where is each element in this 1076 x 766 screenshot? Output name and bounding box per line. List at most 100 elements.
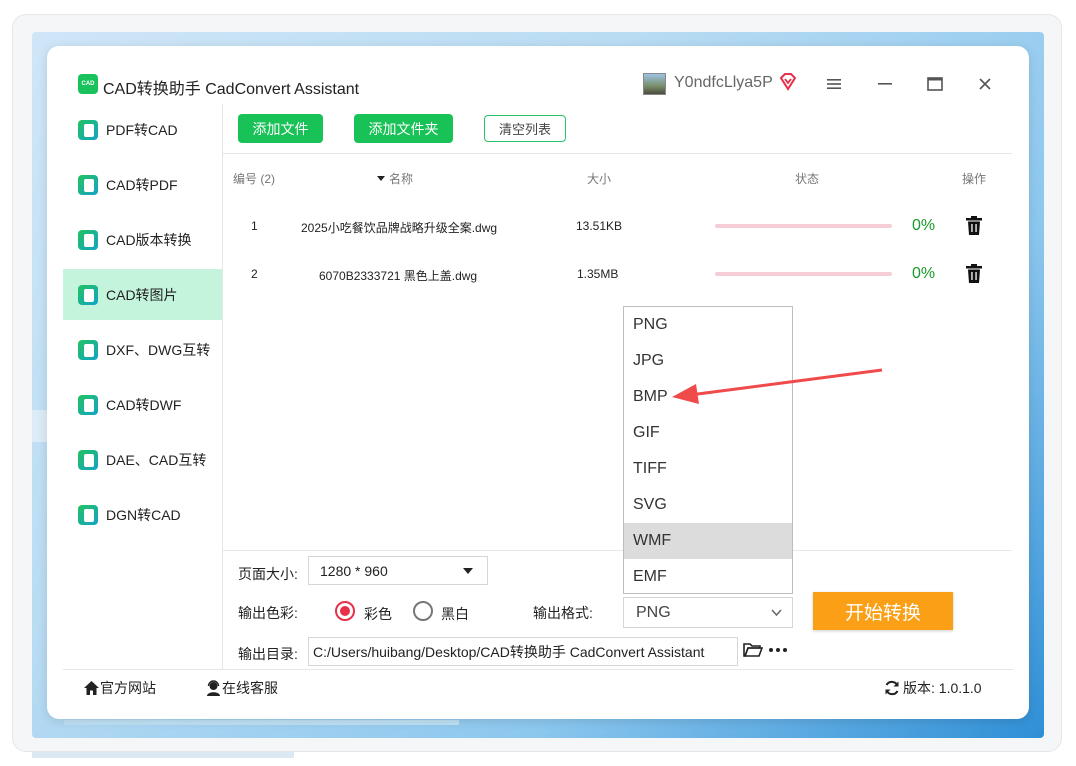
pdf-to-cad-icon <box>78 119 98 140</box>
format-option-wmf[interactable]: WMF <box>624 523 792 559</box>
row-index: 1 <box>251 219 258 233</box>
chevron-down-icon <box>771 609 782 617</box>
sidebar-item-pdf-to-cad[interactable]: PDF转CAD <box>63 104 222 155</box>
bw-radio[interactable] <box>413 601 433 621</box>
start-convert-button[interactable]: 开始转换 <box>813 592 953 630</box>
column-header-action[interactable]: 操作 <box>962 170 986 187</box>
sort-desc-icon <box>377 176 385 181</box>
row-file-size: 13.51KB <box>576 219 623 233</box>
sidebar-item-label: CAD版本转换 <box>106 231 192 248</box>
output-dir-label: 输出目录: <box>238 646 298 662</box>
cad-to-image-icon <box>78 284 98 305</box>
cad-version-icon <box>78 229 98 250</box>
version-label: 版本: 1.0.1.0 <box>903 680 982 696</box>
app-window: CAD CAD转换助手 CadConvert Assistant Y0ndfcL… <box>47 46 1029 719</box>
footer-divider <box>63 669 1013 670</box>
format-option-png[interactable]: PNG <box>624 307 792 343</box>
refresh-icon <box>885 680 899 696</box>
row-file-name: 2025小吃餐饮品牌战略升级全案.dwg <box>301 221 498 235</box>
title-bar: CAD CAD转换助手 CadConvert Assistant Y0ndfcL… <box>47 46 1029 104</box>
minimize-icon[interactable] <box>873 72 897 96</box>
sidebar: PDF转CAD CAD转PDF CAD版本转换 CAD转图片 DXF、DWG互转… <box>63 104 223 669</box>
sidebar-item-cad-version[interactable]: CAD版本转换 <box>63 214 222 265</box>
version-info[interactable]: 版本: 1.0.1.0 <box>884 678 982 698</box>
close-icon[interactable] <box>973 72 997 96</box>
sidebar-item-label: CAD转图片 <box>106 286 178 303</box>
home-icon <box>84 681 99 695</box>
sidebar-item-dxf-dwg[interactable]: DXF、DWG互转 <box>63 324 222 375</box>
app-title: CAD转换助手 CadConvert Assistant <box>103 81 360 98</box>
more-options-icon[interactable] <box>769 648 787 652</box>
column-header-status[interactable]: 状态 <box>795 170 819 187</box>
official-website-label: 官方网站 <box>100 680 156 696</box>
sidebar-item-label: DGN转CAD <box>106 506 181 523</box>
online-support-label: 在线客服 <box>222 680 278 696</box>
row-file-size: 1.35MB <box>577 267 619 281</box>
row-file-name: 6070B2333721 黑色上盖.dwg <box>319 269 478 283</box>
page-size-select[interactable]: 1280 * 960 <box>308 556 488 585</box>
page-size-value: 1280 * 960 <box>320 562 388 579</box>
official-website-link[interactable]: 官方网站 <box>83 678 156 698</box>
trash-icon[interactable] <box>965 264 983 284</box>
sidebar-item-label: DXF、DWG互转 <box>106 341 211 358</box>
column-header-index[interactable]: 编号 (2) <box>233 170 275 187</box>
background-decoration <box>32 752 294 758</box>
sidebar-divider <box>222 104 223 669</box>
format-option-tiff[interactable]: TIFF <box>624 451 792 487</box>
cad-to-pdf-icon <box>78 174 98 195</box>
menu-icon[interactable] <box>822 72 846 96</box>
support-agent-icon <box>207 680 220 696</box>
dxf-dwg-icon <box>78 339 98 360</box>
avatar[interactable] <box>643 73 666 95</box>
sidebar-item-label: CAD转DWF <box>106 396 182 413</box>
clear-list-button[interactable]: 清空列表 <box>484 115 566 142</box>
add-folder-button[interactable]: 添加文件夹 <box>354 114 453 143</box>
column-header-name[interactable]: 名称 <box>377 170 413 187</box>
sidebar-item-label: DAE、CAD互转 <box>106 451 207 468</box>
caret-down-icon <box>463 568 473 574</box>
column-header-size[interactable]: 大小 <box>587 170 611 187</box>
app-logo-icon: CAD <box>78 74 98 94</box>
color-radio-label[interactable]: 彩色 <box>364 604 392 624</box>
row-progress-bar <box>715 224 892 228</box>
row-index: 2 <box>251 267 258 281</box>
row-progress-percent: 0% <box>912 217 936 234</box>
sidebar-item-cad-to-dwf[interactable]: CAD转DWF <box>63 379 222 430</box>
output-color-label: 输出色彩: <box>238 605 298 621</box>
maximize-icon[interactable] <box>923 72 947 96</box>
dae-cad-icon <box>78 449 98 470</box>
color-radio[interactable] <box>335 601 355 621</box>
sidebar-item-dae-cad[interactable]: DAE、CAD互转 <box>63 434 222 485</box>
cad-to-dwf-icon <box>78 394 98 415</box>
annotation-arrow-icon <box>672 368 883 404</box>
output-format-select[interactable]: PNG <box>623 597 793 628</box>
sidebar-item-label: PDF转CAD <box>106 121 178 138</box>
bw-radio-label[interactable]: 黑白 <box>441 604 469 624</box>
row-progress-bar <box>715 272 892 276</box>
dgn-to-cad-icon <box>78 504 98 525</box>
toolbar-divider <box>223 153 1012 154</box>
column-header-name-label: 名称 <box>389 172 414 186</box>
background-decoration <box>32 410 47 442</box>
sidebar-item-cad-to-image[interactable]: CAD转图片 <box>63 269 222 320</box>
row-progress-percent: 0% <box>912 265 936 282</box>
output-dir-input[interactable]: C:/Users/huibang/Desktop/CAD转换助手 CadConv… <box>308 637 738 666</box>
online-support-link[interactable]: 在线客服 <box>205 678 278 698</box>
sidebar-item-label: CAD转PDF <box>106 176 178 193</box>
output-format-label: 输出格式: <box>533 605 593 621</box>
username[interactable]: Y0ndfcLlya5P <box>674 74 773 92</box>
sidebar-item-cad-to-pdf[interactable]: CAD转PDF <box>63 159 222 210</box>
sidebar-item-dgn-to-cad[interactable]: DGN转CAD <box>63 489 222 540</box>
vip-diamond-icon[interactable] <box>778 72 798 92</box>
output-format-value: PNG <box>636 603 671 621</box>
format-dropdown-list[interactable]: PNG JPG BMP GIF TIFF SVG WMF EMF <box>623 306 793 594</box>
folder-open-icon[interactable] <box>743 642 763 658</box>
format-option-svg[interactable]: SVG <box>624 487 792 523</box>
background-decoration <box>64 720 459 725</box>
page-size-label: 页面大小: <box>238 566 298 582</box>
settings-divider <box>223 550 1012 551</box>
add-file-button[interactable]: 添加文件 <box>238 114 323 143</box>
trash-icon[interactable] <box>965 216 983 236</box>
format-option-emf[interactable]: EMF <box>624 559 792 595</box>
format-option-gif[interactable]: GIF <box>624 415 792 451</box>
